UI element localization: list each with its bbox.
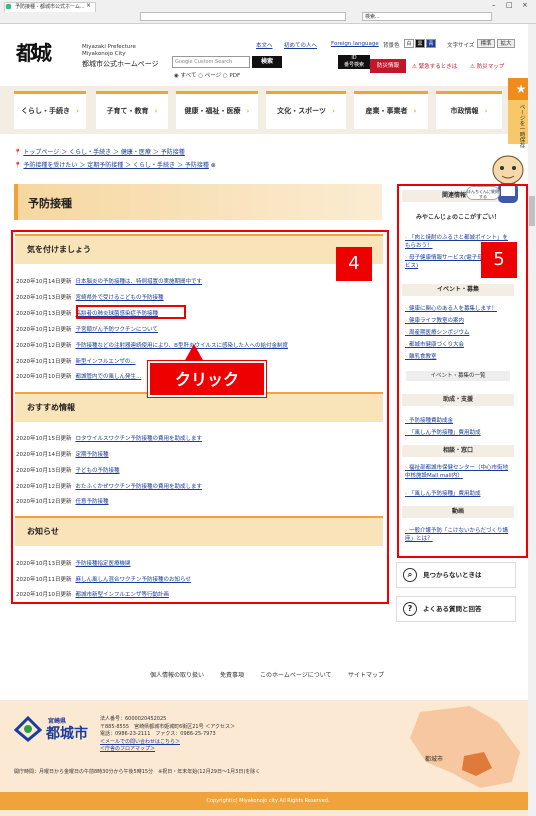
annotation-badge-5: 5 — [481, 242, 517, 278]
page-title: 予防接種 — [28, 197, 72, 210]
bgcolor-blue-button[interactable]: 青 — [426, 39, 436, 48]
foreign-language-link[interactable]: Foreign language — [331, 41, 379, 47]
bgcolor-black-button[interactable]: 黒 — [415, 39, 425, 48]
footer-link-privacy[interactable]: 個人情報の取り扱い — [150, 670, 204, 679]
search-button[interactable]: 検索 — [252, 56, 282, 68]
footer-hours: 開庁時間：月曜日から金曜日の午前8時30分から午後5時15分 ※祝日・年末年始(… — [14, 769, 261, 775]
nav-kenko[interactable]: 健康・福祉・医療 — [176, 91, 258, 129]
bousai-map-link[interactable]: ⚠ 防災マップ — [470, 62, 504, 70]
footer-mail-link[interactable]: ＜メールでの問い合わせはこちら＞ — [100, 739, 235, 747]
page-save-label: ページを一時保存 — [518, 104, 525, 148]
bousai-button[interactable]: 防災情報 — [370, 59, 406, 73]
click-callout: クリック — [148, 361, 266, 397]
emergency-link[interactable]: ⚠ 緊急するときは — [412, 62, 457, 70]
annotation-highlight — [76, 305, 186, 319]
map-label: 都城市 — [425, 756, 444, 763]
annotation-box-sidebar — [397, 184, 528, 558]
city-en: Miyakonojo City — [82, 51, 126, 57]
city-logo[interactable]: 都城 — [16, 36, 54, 70]
address-bar[interactable] — [140, 12, 346, 21]
bgcolor-label: 背景色 — [383, 43, 400, 49]
faq-box[interactable]: ? よくある質問と回答 — [396, 596, 516, 622]
question-icon: ? — [403, 602, 417, 616]
footer-link-disclaimer[interactable]: 免責事項 — [220, 670, 244, 679]
footer-city: 都城市 — [46, 726, 88, 742]
nav-bunka[interactable]: 文化・スポーツ — [266, 91, 346, 129]
maximize-button[interactable]: □ — [506, 1, 513, 9]
location-pin-icon: 📍 — [14, 162, 22, 169]
footer-link-sitemap[interactable]: サイトマップ — [348, 670, 384, 679]
footer-phone: 電話：0986-23-2111 ファクス：0986-25-7973 — [100, 731, 216, 737]
copyright: Copyright(c) Miyakonojo city All Rights … — [0, 792, 536, 810]
close-icon[interactable]: ⊗ — [211, 162, 216, 169]
site-search-input[interactable]: Google Custom Search — [172, 56, 250, 68]
browser-tab[interactable]: 予防接種 - 都城市公式ホーム... — [4, 2, 96, 12]
not-found-label: 見つからないときは — [423, 571, 482, 579]
fontsize-large-button[interactable]: 拡大 — [497, 39, 515, 48]
fontsize-label: 文字サイズ — [447, 43, 475, 49]
browser-search-input[interactable]: 検索... — [362, 12, 492, 21]
first-time-link[interactable]: 初めての人へ — [284, 41, 317, 49]
minimize-button[interactable]: – — [492, 1, 496, 9]
nav-sangyo[interactable]: 産業・事業者 — [354, 91, 428, 129]
bousai-map-label: 防災マップ — [476, 64, 505, 70]
emergency-label: 緊急するときは — [418, 64, 458, 70]
close-window-button[interactable]: × — [522, 1, 528, 9]
nav-kosodate[interactable]: 子育て・教育 — [96, 91, 168, 129]
footer-link-about[interactable]: このホームページについて — [260, 670, 332, 679]
tab-close-icon[interactable]: × — [86, 2, 91, 9]
scrollbar-thumb[interactable] — [529, 196, 535, 226]
city-emblem-icon — [14, 716, 42, 742]
map-icon — [410, 706, 520, 788]
footer-floormap-link[interactable]: ＜庁舎のフロアマップ＞ — [100, 746, 235, 754]
not-found-box[interactable]: ⌕ 見つからないときは — [396, 562, 516, 588]
skip-to-content-link[interactable]: 本文へ — [256, 41, 273, 49]
id-search-button[interactable]: ID 番号検索 — [338, 55, 370, 69]
nav-kurashi[interactable]: くらし・手続き — [14, 91, 86, 129]
breadcrumb-line2[interactable]: 予防接種を受けたい ＞ 定期予防接種 ＞ くらし・手続き ＞ 予防接種 — [23, 162, 208, 169]
bgcolor-white-button[interactable]: 白 — [404, 39, 414, 48]
scrollbar[interactable] — [528, 24, 536, 816]
favicon-icon — [6, 4, 11, 9]
breadcrumb[interactable]: 📍 トップページ ＞ くらし・手続き ＞ 健康・医療 ＞ 予防接種 — [14, 147, 185, 156]
footer-address[interactable]: 〒885-8555 宮崎県都城市姫城町6街区21号 ＜アクセス＞ — [100, 724, 235, 732]
search-doc-icon: ⌕ — [403, 568, 417, 582]
annotation-badge-4: 4 — [336, 247, 372, 281]
site-title[interactable]: 都城市公式ホームページ — [82, 59, 159, 69]
faq-label: よくある質問と回答 — [423, 605, 482, 613]
tab-title: 予防接種 - 都城市公式ホーム... — [15, 4, 85, 10]
callout-tail — [184, 344, 204, 362]
breadcrumb-alt[interactable]: 📍 予防接種を受けたい ＞ 定期予防接種 ＞ くらし・手続き ＞ 予防接種 ⊗ — [14, 160, 216, 169]
nav-shisei[interactable]: 市政情報 — [436, 91, 502, 129]
footer-info: 法人番号：6000020452025 〒885-8555 宮崎県都城市姫城町6街… — [100, 716, 235, 754]
search-scope-radios[interactable]: ◉ すべて ○ ページ ○ PDF — [174, 71, 240, 79]
pref-en: Miyazaki Prefecture — [82, 44, 136, 50]
annotation-box-main — [11, 230, 389, 604]
fontsize-standard-button[interactable]: 標準 — [477, 39, 495, 48]
footer-corp-number: 法人番号：6000020452025 — [100, 716, 167, 722]
id-search-label: ID 番号検索 — [343, 55, 364, 68]
location-pin-icon: 📍 — [14, 149, 22, 156]
breadcrumb-line1[interactable]: トップページ ＞ くらし・手続き ＞ 健康・医療 ＞ 予防接種 — [23, 149, 184, 156]
